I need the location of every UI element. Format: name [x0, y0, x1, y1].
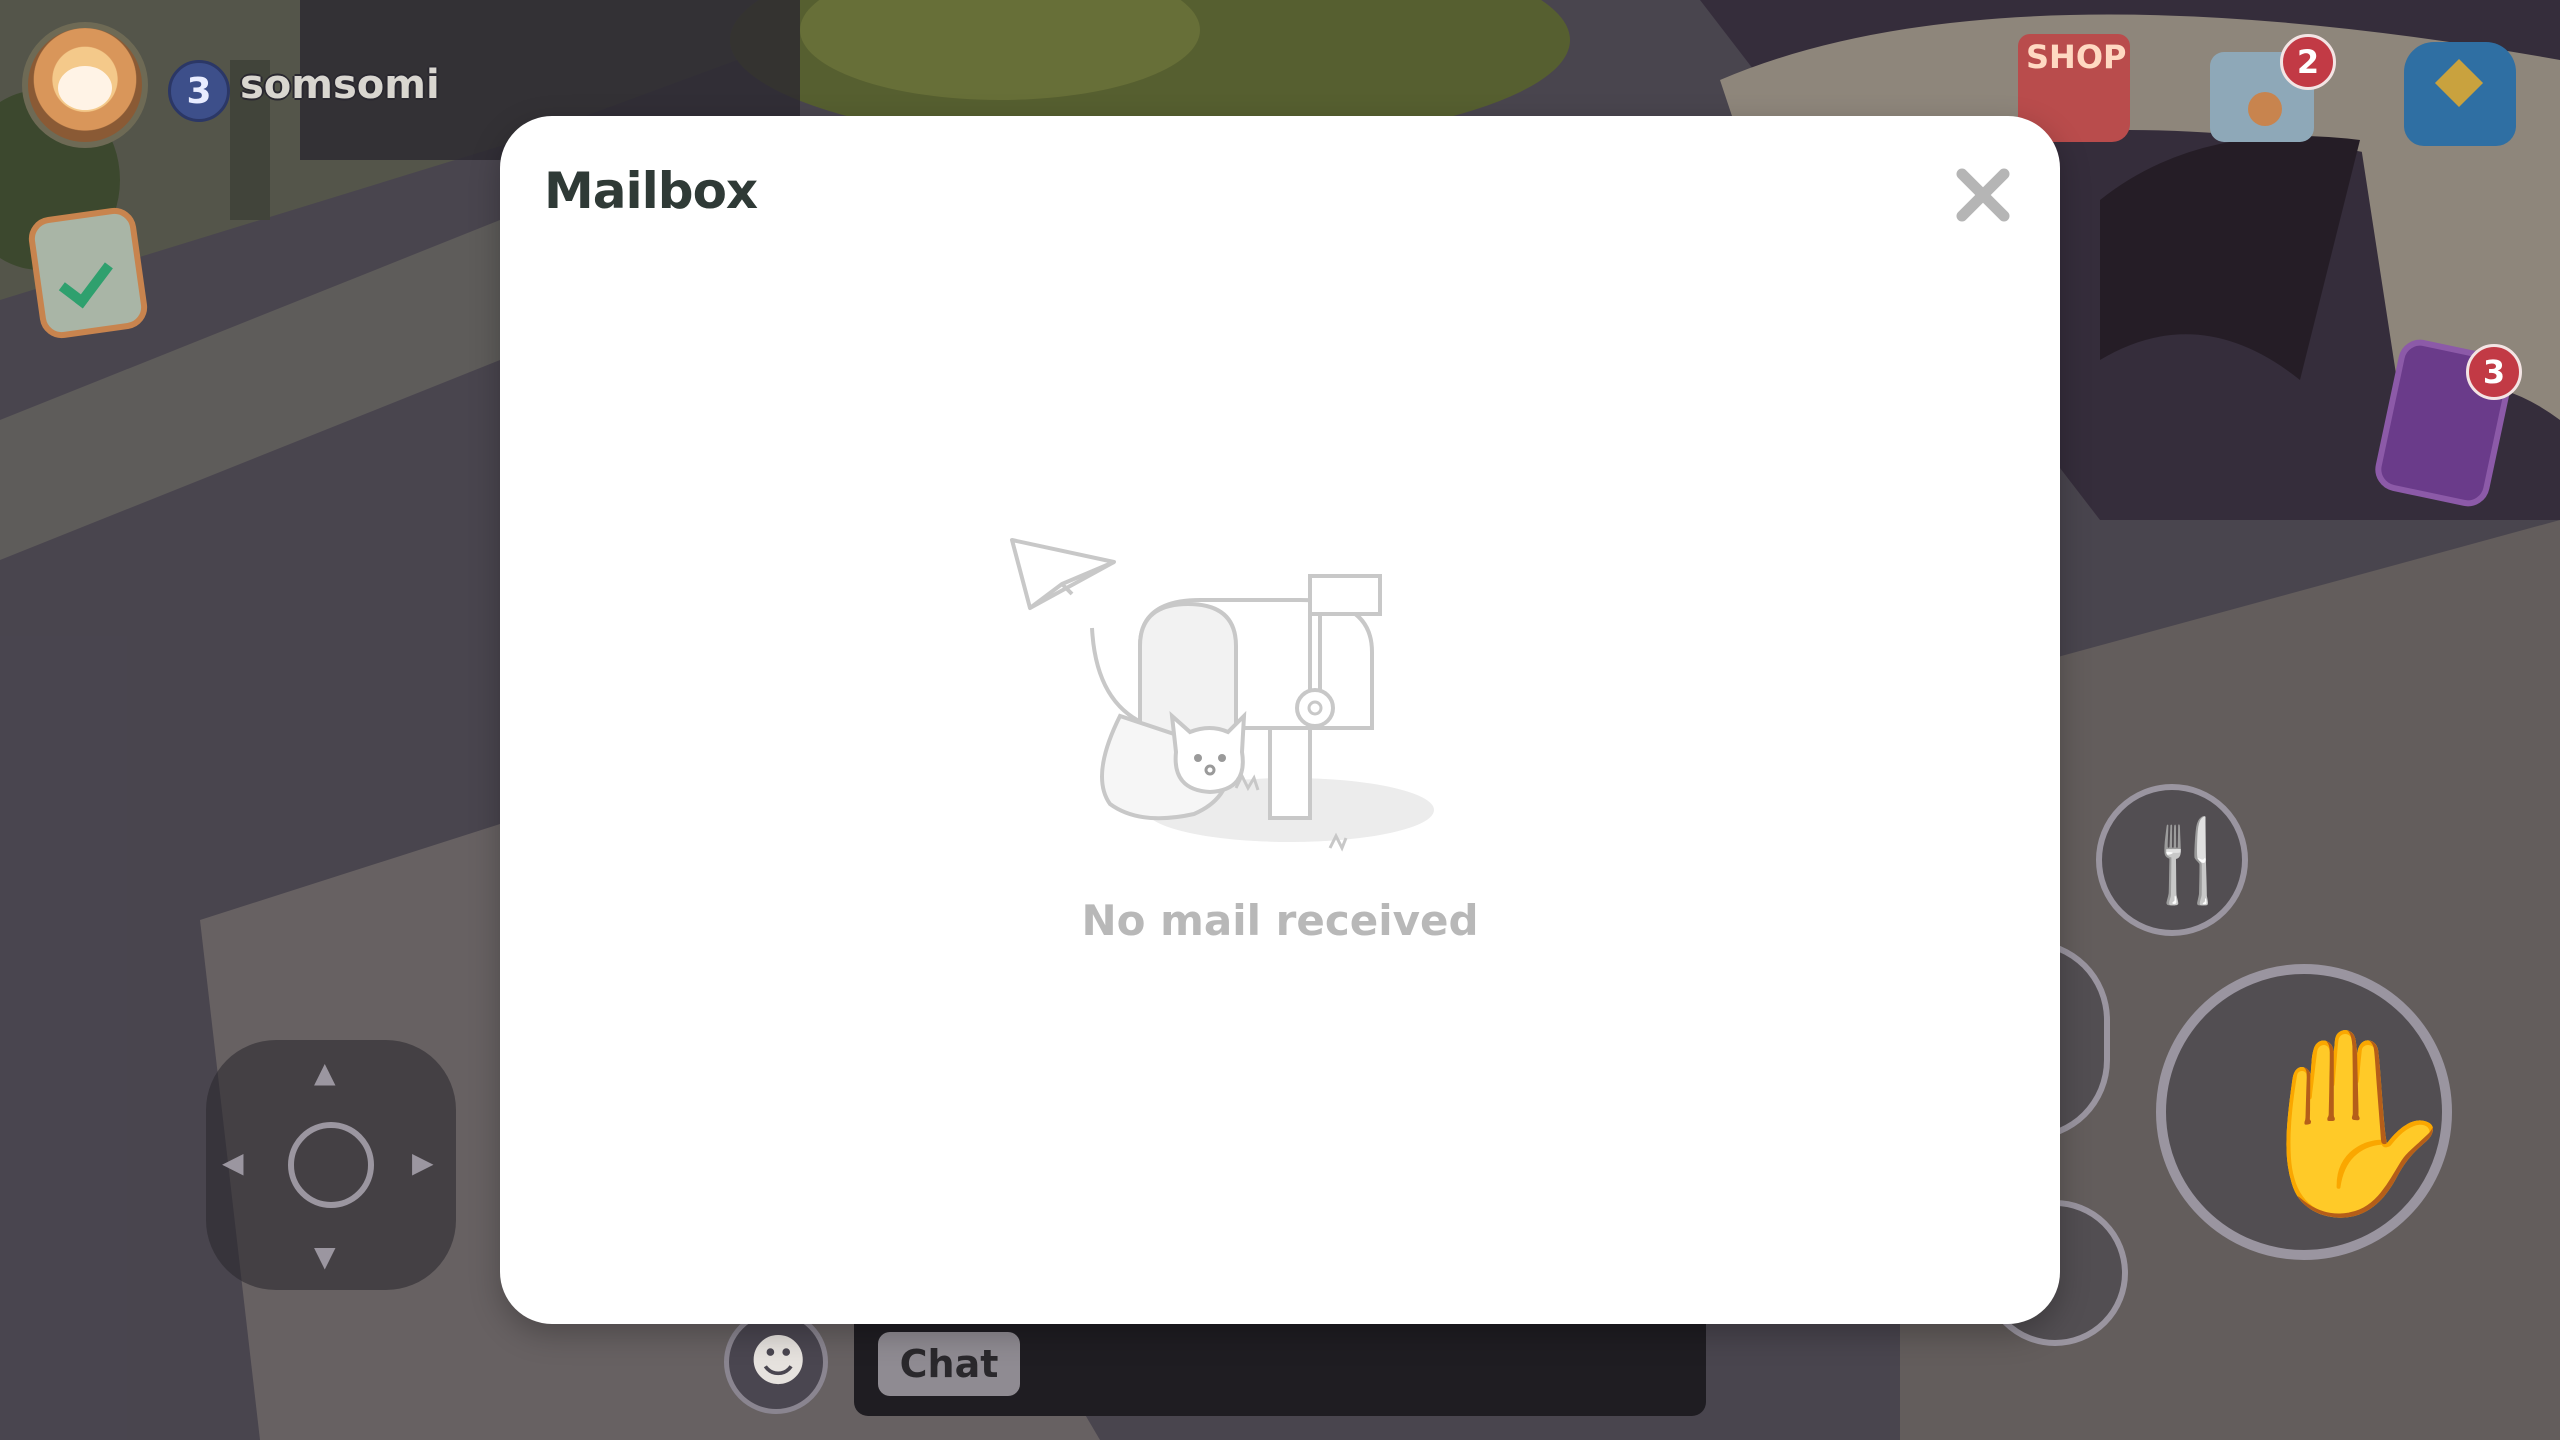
quest-clipboard-icon[interactable] — [26, 205, 150, 341]
empty-mail-message: No mail received — [1081, 896, 1479, 945]
dialog-title: Mailbox — [544, 162, 758, 220]
checkmark-icon — [58, 250, 113, 309]
hand-icon: ✋ — [2238, 1019, 2463, 1228]
player-avatar[interactable] — [22, 22, 148, 148]
mail-count-badge: 2 — [2280, 34, 2336, 90]
avatar-face — [58, 66, 112, 110]
fork-spoon-icon: 🍴 — [2138, 814, 2238, 907]
arrow-left-icon: ◀ — [222, 1146, 244, 1179]
cat-face-icon — [1169, 710, 1247, 795]
arrow-up-icon: ▲ — [314, 1056, 336, 1089]
backpack-button[interactable] — [2404, 42, 2516, 146]
player-level-badge: 3 — [168, 60, 230, 122]
empty-mailbox-illustration — [1010, 538, 1434, 852]
shop-label: SHOP — [2026, 38, 2127, 76]
cat-face-icon: ☻ — [749, 1329, 808, 1394]
movement-joystick[interactable]: ▲ ▼ ◀ ▶ — [206, 1040, 456, 1290]
player-name: somsomi — [240, 62, 440, 108]
phone-notification-badge: 3 — [2466, 344, 2522, 400]
close-icon — [1956, 168, 2010, 222]
emote-button[interactable]: ☻ — [724, 1310, 828, 1414]
arrow-right-icon: ▶ — [412, 1146, 434, 1179]
close-button[interactable] — [1950, 162, 2016, 228]
interact-hand-button[interactable]: ✋ — [2156, 964, 2462, 1260]
paper-plane-icon — [1010, 538, 1116, 610]
arrow-down-icon: ▼ — [314, 1240, 336, 1273]
joystick-knob[interactable] — [288, 1122, 374, 1208]
mailbox-dialog: Mailbox No mail received — [500, 116, 2060, 1324]
eat-action-button[interactable]: 🍴 — [2096, 784, 2248, 936]
chat-button[interactable]: Chat — [878, 1332, 1020, 1396]
